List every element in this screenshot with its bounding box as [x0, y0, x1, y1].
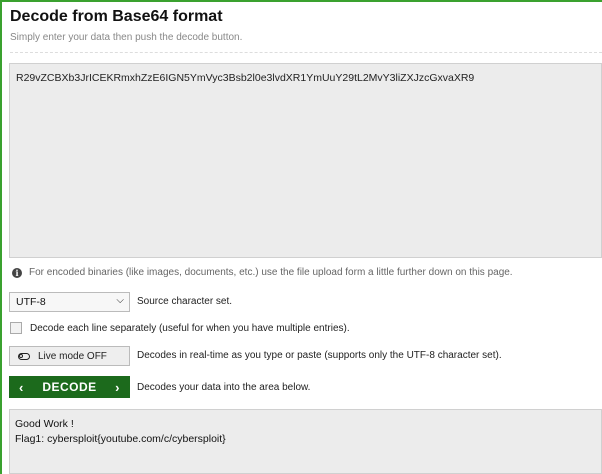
decoded-output[interactable]: Good Work ! Flag1: cybersploit{youtube.c… — [9, 409, 602, 474]
output-line: Flag1: cybersploit{youtube.com/c/cybersp… — [15, 433, 226, 445]
output-line: Good Work ! — [15, 418, 74, 430]
live-mode-button-label: Live mode OFF — [38, 350, 107, 362]
charset-selected-value: UTF-8 — [16, 296, 46, 308]
chevron-right-icon: › — [115, 379, 120, 395]
live-mode-button[interactable]: Live mode OFF — [9, 346, 130, 366]
divider — [10, 52, 602, 53]
separate-lines-label: Decode each line separately (useful for … — [30, 323, 350, 334]
base64-input[interactable]: R29vZCBXb3JrICEKRmxhZzE6IGN5YmVyc3Bsb2l0… — [9, 63, 602, 258]
live-mode-description: Decodes in real-time as you type or past… — [137, 350, 502, 361]
charset-label: Source character set. — [137, 296, 233, 307]
chevron-down-icon: ⌵ — [116, 295, 124, 306]
info-note: i For encoded binaries (like images, doc… — [12, 267, 513, 278]
left-accent-border — [0, 0, 2, 474]
chevron-left-icon: ‹ — [19, 379, 24, 395]
decode-button[interactable]: ‹ DECODE › — [9, 376, 130, 398]
decode-description: Decodes your data into the area below. — [137, 382, 311, 393]
charset-select[interactable]: UTF-8 ⌵ — [9, 292, 130, 312]
page-title: Decode from Base64 format — [10, 8, 223, 25]
toggle-icon — [18, 352, 30, 360]
page-subtitle: Simply enter your data then push the dec… — [10, 32, 243, 43]
separate-lines-checkbox[interactable] — [10, 322, 22, 334]
info-text: For encoded binaries (like images, docum… — [29, 267, 513, 278]
info-icon: i — [12, 267, 22, 278]
decode-button-label: DECODE — [42, 380, 97, 394]
top-accent-border — [0, 0, 602, 2]
